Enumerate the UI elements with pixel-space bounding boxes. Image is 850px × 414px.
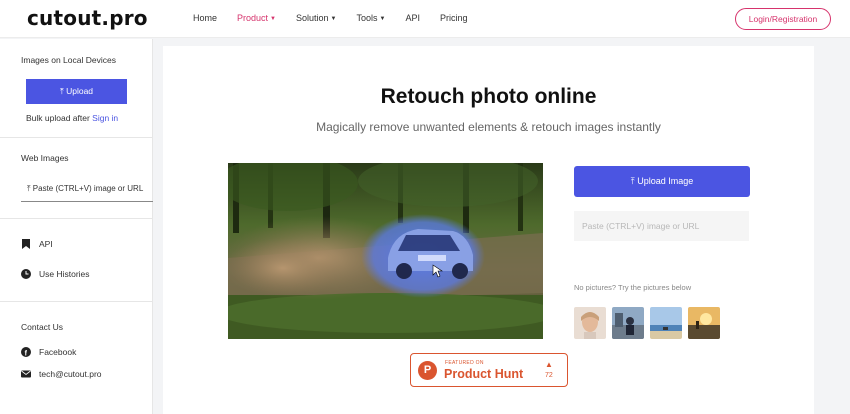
clock-icon [21,269,31,279]
contact-title: Contact Us [21,322,64,332]
product-hunt-count: 72 [545,372,553,379]
facebook-icon: f [21,347,31,357]
page-subtitle: Magically remove unwanted elements & ret… [316,120,661,134]
upload-icon: ⤒ [630,176,635,186]
divider [0,218,153,219]
upload-icon: ⤒ [27,184,31,193]
mail-icon [21,370,31,378]
chevron-down-icon: ▼ [330,16,337,22]
logo[interactable]: cutout.pro [27,6,148,30]
product-hunt-logo-icon: P [418,361,437,380]
nav-pricing[interactable]: Pricing [440,13,468,23]
sample-thumbnails [574,307,726,339]
local-images-title: Images on Local Devices [21,55,116,65]
sample-thumb-street[interactable] [612,307,644,339]
bookmark-icon [22,239,30,249]
main-nav: Home Product ▼ Solution ▼ Tools ▼ API Prici… [193,13,487,23]
nav-api[interactable]: API [405,13,420,23]
product-hunt-featured: FEATURED ON [445,360,484,366]
email-link[interactable]: tech@cutout.pro [21,369,102,379]
web-image-paste-field[interactable]: ⤒ Paste (CTRL+V) image or URL [21,179,153,202]
sample-thumb-portrait[interactable] [574,307,606,339]
sample-pictures-hint: No pictures? Try the pictures below [574,283,692,292]
main-card: Retouch photo online Magically remove un… [163,46,814,414]
paste-url-input[interactable]: Paste (CTRL+V) image or URL [574,211,749,241]
top-header: cutout.pro Home Product ▼ Solution ▼ Tools… [0,0,850,38]
nav-tools[interactable]: Tools ▼ [356,13,385,23]
sidebar-api-link[interactable]: API [21,239,53,249]
page-title: Retouch photo online [380,85,597,108]
upvote-arrow-icon: ▲ [545,360,553,369]
nav-home[interactable]: Home [193,13,217,23]
nav-product[interactable]: Product ▼ [237,13,276,23]
sidebar-upload-button[interactable]: ⤒ Upload [26,79,127,104]
demo-rally-car-image [228,163,543,339]
facebook-link[interactable]: f Facebook [21,347,76,357]
bulk-upload-text: Bulk upload after Sign in [26,113,119,123]
upload-image-button[interactable]: ⤒ Upload Image [574,166,750,197]
product-hunt-name: Product Hunt [444,367,524,381]
web-images-title: Web Images [21,153,69,163]
sample-thumb-sunset[interactable] [688,307,720,339]
chevron-down-icon: ▼ [379,16,386,22]
product-hunt-badge[interactable]: P FEATURED ON Product Hunt ▲ 72 [410,353,568,387]
divider [0,301,153,302]
divider [0,137,153,138]
sample-thumb-beach[interactable] [650,307,682,339]
chevron-down-icon: ▼ [270,16,276,22]
sidebar: Images on Local Devices ⤒ Upload Bulk up… [0,39,153,414]
sign-in-link[interactable]: Sign in [92,113,118,123]
upload-icon: ⤒ [59,86,64,96]
nav-solution[interactable]: Solution ▼ [296,13,336,23]
login-registration-button[interactable]: Login/Registration [735,8,831,30]
sidebar-history-link[interactable]: Use Histories [21,269,90,279]
